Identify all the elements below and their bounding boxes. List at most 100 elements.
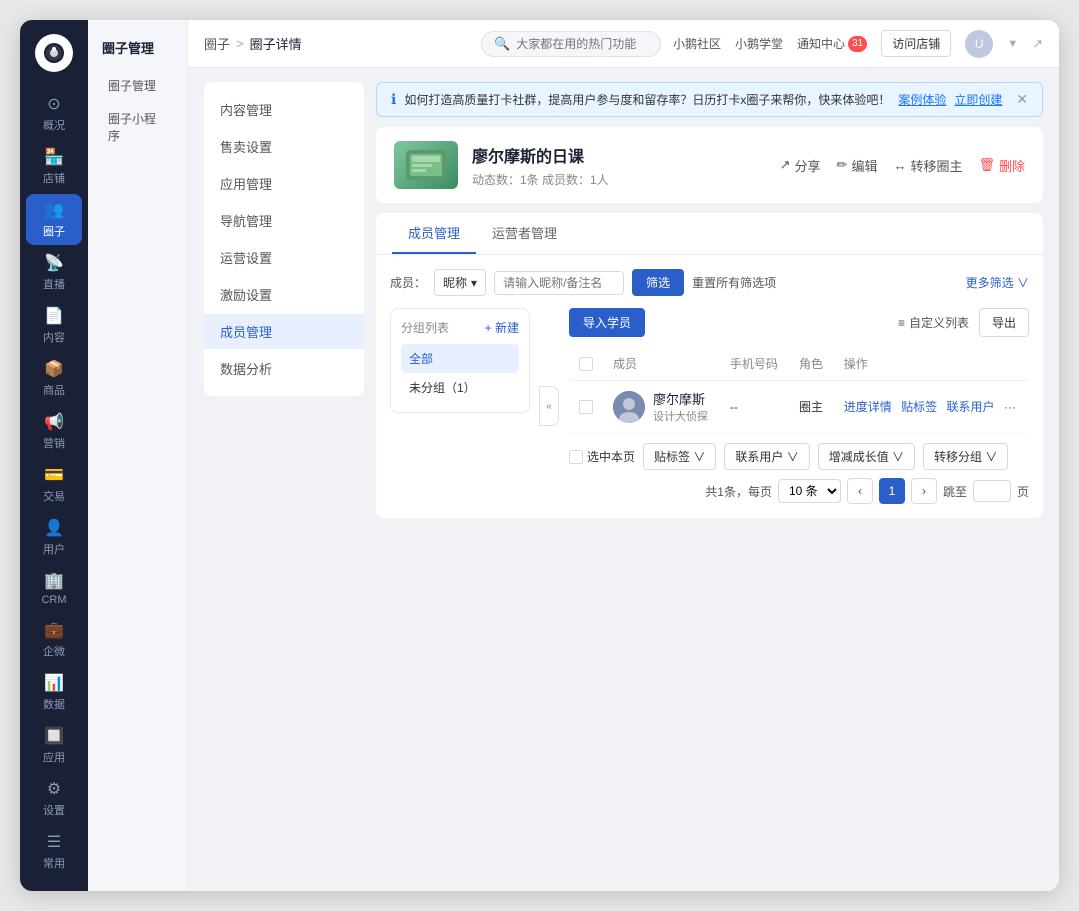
sidebar-item-data[interactable]: 📊 数据 <box>26 667 82 718</box>
nav-member-mgr[interactable]: 成员管理 <box>204 314 364 349</box>
sidebar-item-goods[interactable]: 📦 商品 <box>26 353 82 404</box>
nav-incentive[interactable]: 激励设置 <box>204 277 364 312</box>
custom-column-button[interactable]: ≡ 自定义列表 <box>898 314 969 331</box>
group-panel-title: 分组列表 <box>401 319 449 336</box>
filter-more-button[interactable]: 更多筛选 ∨ <box>966 274 1029 291</box>
nav-operation[interactable]: 运营设置 <box>204 240 364 275</box>
per-page-select[interactable]: 10 条 20 条 <box>778 479 841 503</box>
batch-growth-button[interactable]: 增减成长值 ∨ <box>818 443 915 470</box>
sidebar-item-apps[interactable]: 🔲 应用 <box>26 720 82 771</box>
group-item-unclassified[interactable]: 未分组（1） <box>401 373 519 402</box>
batch-tag-button[interactable]: 贴标签 ∨ <box>643 443 716 470</box>
sidebar2-item-manage[interactable]: 圈子管理 <box>94 69 181 102</box>
sidebar-item-crm[interactable]: 🏢 CRM <box>26 565 82 612</box>
app-logo <box>35 34 73 72</box>
select-all-label: 选中本页 <box>587 448 635 465</box>
crm-icon: 🏢 <box>44 571 64 591</box>
nav-content-mgr[interactable]: 内容管理 <box>204 92 364 127</box>
info-icon: ℹ <box>391 91 396 108</box>
sidebar-item-enterprise[interactable]: 💼 企微 <box>26 614 82 665</box>
external-link-icon[interactable]: ↗ <box>1032 36 1043 52</box>
jump-unit: 页 <box>1017 483 1029 500</box>
select-all-checkbox[interactable] <box>579 357 593 371</box>
sidebar-item-overview[interactable]: ⊙ 概况 <box>26 88 82 139</box>
bottom-select-checkbox[interactable] <box>569 450 583 464</box>
sidebar-item-user[interactable]: 👤 用户 <box>26 512 82 563</box>
filter-button[interactable]: 筛选 <box>632 269 684 296</box>
op-progress[interactable]: 进度详情 <box>844 400 892 414</box>
table-section: 导入学员 ≡ 自定义列表 导出 <box>569 308 1029 504</box>
content-icon: 📄 <box>44 306 64 326</box>
delete-action[interactable]: 🗑 删除 <box>978 156 1025 175</box>
op-tag[interactable]: 贴标签 <box>901 400 937 414</box>
nav-academy[interactable]: 小鹅学堂 <box>735 35 783 52</box>
member-phone: -- <box>720 381 789 433</box>
nav-community[interactable]: 小鹅社区 <box>673 35 721 52</box>
circle-stats: 动态数：1条 成员数：1人 <box>472 171 766 188</box>
group-new-button[interactable]: + 新建 <box>485 319 519 336</box>
nav-notification[interactable]: 通知中心 31 <box>797 35 867 52</box>
group-item-all[interactable]: 全部 <box>401 344 519 373</box>
dropdown-icon[interactable]: ▼ <box>1007 38 1018 50</box>
edit-action[interactable]: ✏ 编辑 <box>837 156 878 175</box>
filter-nickname-select[interactable]: 昵称 ▾ <box>434 269 486 296</box>
pagination-total: 共1条，每页 <box>705 483 772 500</box>
col-ops: 操作 <box>834 347 1029 381</box>
circle-icon: 👥 <box>44 200 64 220</box>
col-phone: 手机号码 <box>720 347 789 381</box>
share-action[interactable]: ↗ 分享 <box>780 156 821 175</box>
import-button[interactable]: 导入学员 <box>569 308 645 337</box>
sidebar-item-common[interactable]: ☰ 常用 <box>26 826 82 877</box>
jump-label: 跳至 <box>943 483 967 500</box>
common-icon: ☰ <box>47 832 61 852</box>
filter-input[interactable] <box>494 271 624 295</box>
next-page-button[interactable]: › <box>911 478 937 504</box>
sidebar-item-content[interactable]: 📄 内容 <box>26 300 82 351</box>
transfer-action[interactable]: ↔ 转移圈主 <box>893 156 962 175</box>
nav-sales[interactable]: 售卖设置 <box>204 129 364 164</box>
content-area: 内容管理 售卖设置 应用管理 导航管理 运营设置 激励设置 成员管理 数据分析 … <box>188 68 1059 891</box>
tabs-and-table: 成员管理 运营者管理 成员： 昵称 ▾ 筛选 <box>376 213 1043 518</box>
visit-store-button[interactable]: 访问店铺 <box>881 30 951 57</box>
sidebar-item-transaction[interactable]: 💳 交易 <box>26 459 82 510</box>
tab-operator[interactable]: 运营者管理 <box>476 213 573 254</box>
sidebar-item-marketing[interactable]: 📢 营销 <box>26 406 82 457</box>
sidebar-item-circle[interactable]: 👥 圈子 <box>26 194 82 245</box>
circle-thumbnail <box>394 141 458 189</box>
nav-navigation[interactable]: 导航管理 <box>204 203 364 238</box>
store-icon: 🏪 <box>44 147 64 167</box>
action-row: 导入学员 ≡ 自定义列表 导出 <box>569 308 1029 337</box>
filter-reset-button[interactable]: 重置所有筛选项 <box>692 274 776 291</box>
data-icon: 📊 <box>44 673 64 693</box>
batch-contact-button[interactable]: 联系用户 ∨ <box>724 443 809 470</box>
live-icon: 📡 <box>44 253 64 273</box>
circle-header: 廖尔摩斯的日课 动态数：1条 成员数：1人 ↗ 分享 ✏ 编辑 <box>376 127 1043 203</box>
tab-member[interactable]: 成员管理 <box>392 213 476 254</box>
topbar-search-box[interactable]: 🔍 <box>481 31 661 57</box>
alert-close-button[interactable]: ✕ <box>1016 91 1028 108</box>
export-button[interactable]: 导出 <box>979 308 1029 337</box>
alert-create-link[interactable]: 立即创建 <box>954 91 1002 108</box>
notification-badge: 31 <box>848 36 867 52</box>
batch-transfer-button[interactable]: 转移分组 ∨ <box>923 443 1008 470</box>
search-input[interactable] <box>516 37 636 51</box>
sidebar-item-live[interactable]: 📡 直播 <box>26 247 82 298</box>
prev-page-button[interactable]: ‹ <box>847 478 873 504</box>
breadcrumb-parent: 圈子 <box>204 34 230 53</box>
sidebar2-item-miniapp[interactable]: 圈子小程序 <box>94 102 181 152</box>
alert-banner: ℹ 如何打造高质量打卡社群，提高用户参与度和留存率？日历打卡x圈子来帮你，快来体… <box>376 82 1043 117</box>
circle-info: 廖尔摩斯的日课 动态数：1条 成员数：1人 <box>472 143 766 188</box>
sidebar-item-store[interactable]: 🏪 店铺 <box>26 141 82 192</box>
sidebar-item-settings[interactable]: ⚙ 设置 <box>26 773 82 824</box>
jump-input[interactable] <box>973 480 1011 502</box>
left-nav-panel: 内容管理 售卖设置 应用管理 导航管理 运营设置 激励设置 成员管理 数据分析 <box>204 82 364 396</box>
row-checkbox[interactable] <box>579 400 593 414</box>
collapse-button[interactable]: « <box>539 386 559 426</box>
nav-data-analysis[interactable]: 数据分析 <box>204 351 364 386</box>
op-more[interactable]: ··· <box>1004 400 1016 414</box>
current-page-button[interactable]: 1 <box>879 478 905 504</box>
alert-case-link[interactable]: 案例体验 <box>898 91 946 108</box>
op-contact[interactable]: 联系用户 <box>946 400 994 414</box>
share-icon: ↗ <box>780 157 791 173</box>
nav-app-mgr[interactable]: 应用管理 <box>204 166 364 201</box>
